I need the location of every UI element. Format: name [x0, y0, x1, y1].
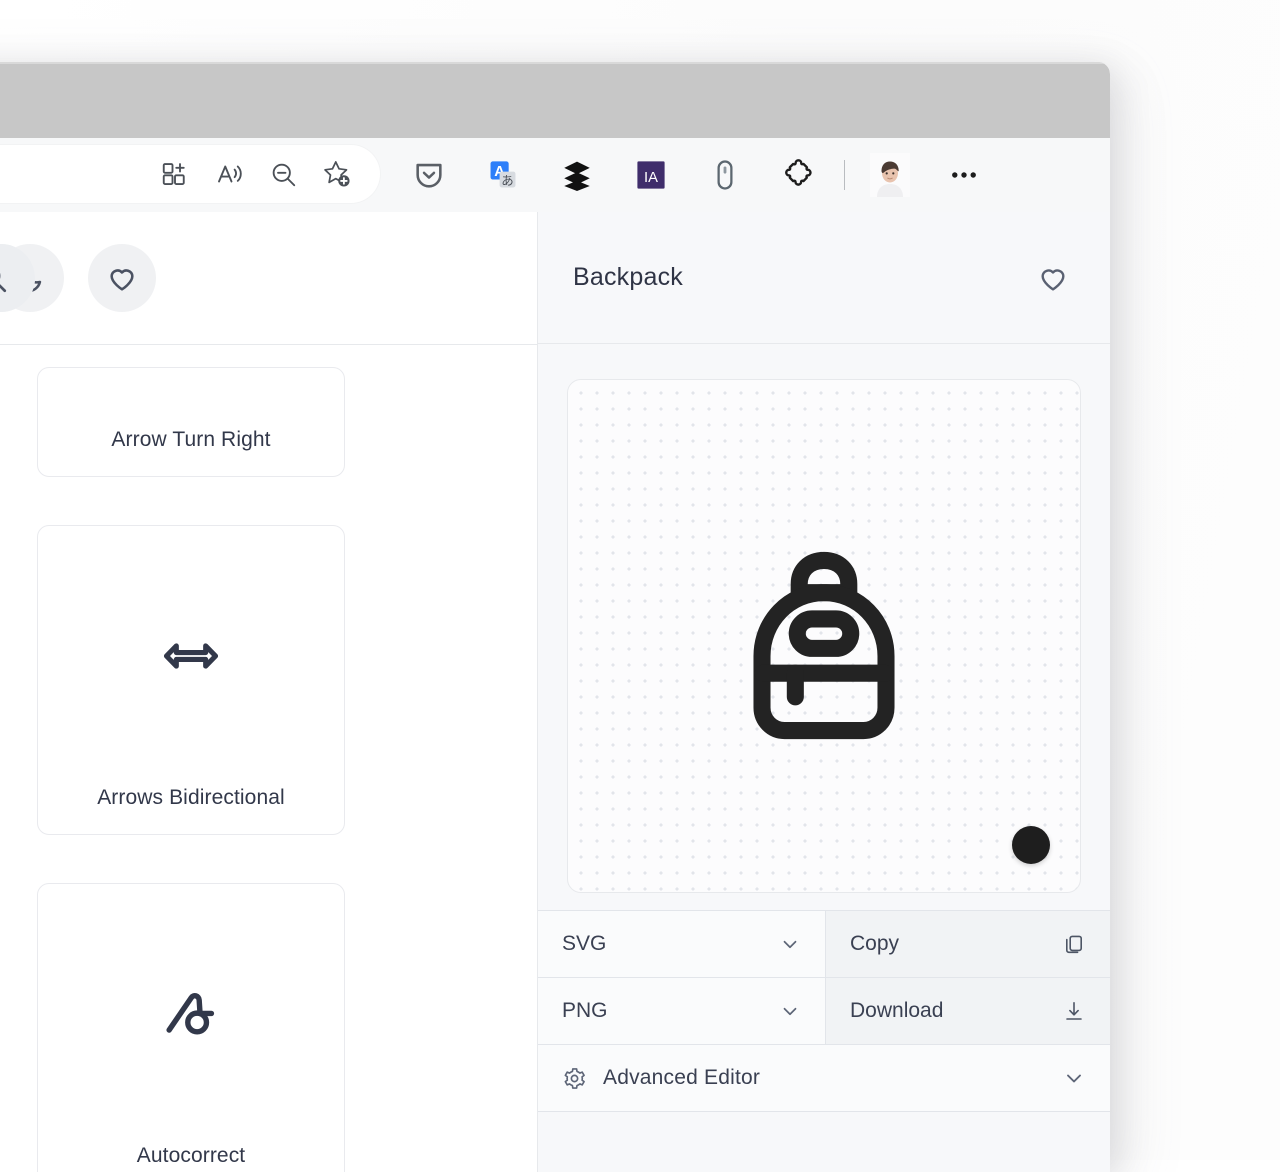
export-actions: SVG Copy PNG Download Advanced Editor — [538, 910, 1110, 1172]
svg-text:あ: あ — [501, 174, 513, 188]
heart-icon[interactable] — [1031, 256, 1075, 300]
copy-icon — [1062, 932, 1086, 956]
icon-card-label: Autocorrect — [136, 1144, 246, 1167]
download-icon — [1062, 999, 1086, 1023]
extension-toolbar: A あ IA — [392, 138, 1001, 212]
format-select-png-value: PNG — [562, 999, 608, 1022]
more-options-icon[interactable] — [927, 138, 1001, 212]
export-row-png: PNG Download — [538, 977, 1110, 1044]
icon-card-label: Arrows Bidirectional — [97, 786, 285, 809]
arrows-bidirectional-icon — [38, 526, 344, 786]
export-row-svg: SVG Copy — [538, 910, 1110, 977]
icon-card[interactable]: Autocorrect — [37, 883, 345, 1172]
icon-card[interactable]: Arrows Bidirectional — [37, 525, 345, 835]
icon-card-label: Arrow Turn Right — [111, 428, 271, 451]
autocorrect-icon — [38, 884, 344, 1144]
download-button-label: Download — [850, 999, 944, 1022]
library-filter-bar: s — [0, 212, 537, 345]
format-select-svg-value: SVG — [562, 932, 607, 955]
chevron-down-icon — [779, 933, 801, 955]
advanced-editor-toggle[interactable]: Advanced Editor — [538, 1044, 1110, 1112]
toolbar-divider — [844, 160, 845, 190]
ia-badge-label: IA — [644, 170, 658, 186]
icon-library-panel: s — [0, 212, 538, 1172]
pocket-icon[interactable] — [392, 138, 466, 212]
zoom-out-icon[interactable] — [256, 151, 310, 197]
copy-button-label: Copy — [850, 932, 900, 955]
read-aloud-icon[interactable] — [202, 151, 256, 197]
download-button[interactable]: Download — [826, 978, 1110, 1044]
chevron-down-icon — [1062, 1066, 1086, 1090]
add-favorite-icon[interactable] — [310, 151, 364, 197]
format-select-png[interactable]: PNG — [538, 978, 826, 1044]
app-content: s — [0, 212, 1110, 1172]
icon-card-grid: direct... Arrow Turn Right oad A — [0, 344, 537, 1172]
window-titlebar — [0, 62, 1110, 138]
split-screen-icon[interactable] — [148, 151, 202, 197]
backpack-icon — [700, 512, 948, 760]
browser-toolbar: A あ IA — [0, 138, 1110, 213]
preview-area — [538, 344, 1110, 910]
detail-header: Backpack — [538, 212, 1110, 344]
gear-icon — [562, 1066, 587, 1091]
layers-icon[interactable] — [540, 138, 614, 212]
ia-icon[interactable]: IA — [614, 138, 688, 212]
mouse-icon[interactable] — [688, 138, 762, 212]
browser-window: A あ IA Arrow Turn Right Arrows Bidirecti… — [0, 62, 1110, 1172]
puzzle-icon[interactable] — [762, 138, 836, 212]
icon-preview-canvas[interactable] — [567, 379, 1081, 893]
panel-tail — [538, 1112, 1110, 1172]
icon-detail-panel: Backpack SVG Copy PNG Download Advanced … — [538, 212, 1110, 1172]
color-swatch[interactable] — [1012, 826, 1050, 864]
chevron-down-icon — [779, 1000, 801, 1022]
translate-icon[interactable]: A あ — [466, 138, 540, 212]
avatar[interactable] — [853, 138, 927, 212]
format-select-svg[interactable]: SVG — [538, 911, 826, 977]
advanced-editor-label: Advanced Editor — [603, 1066, 761, 1089]
page-title: Backpack — [573, 263, 683, 291]
icon-card[interactable]: Arrow Turn Right — [37, 367, 345, 477]
heart-icon[interactable] — [88, 244, 156, 312]
address-bar[interactable] — [0, 145, 380, 203]
copy-button[interactable]: Copy — [826, 911, 1110, 977]
